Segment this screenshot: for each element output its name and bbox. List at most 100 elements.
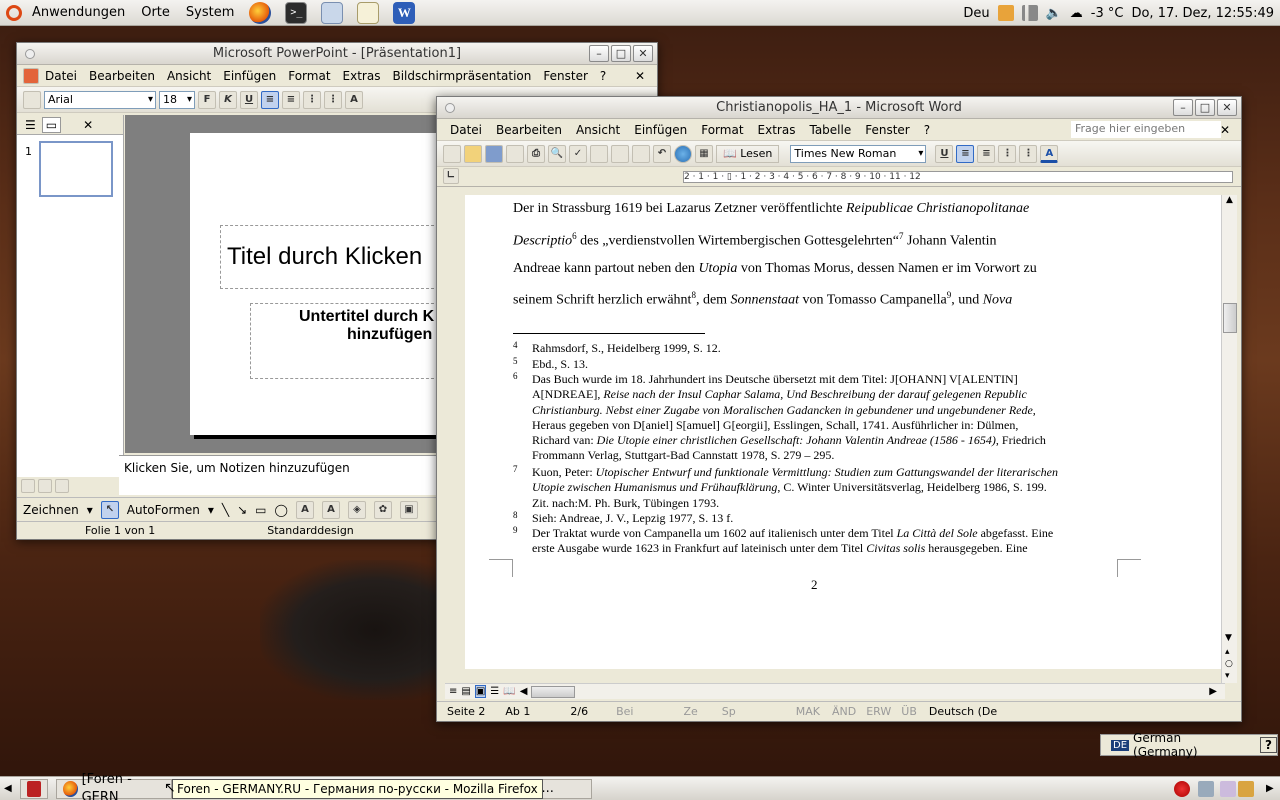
print-icon[interactable]: ⎙ — [527, 144, 545, 163]
places-menu[interactable]: Orte — [133, 5, 178, 20]
status-language[interactable]: Deutsch (De — [919, 705, 1007, 718]
menu-insert[interactable]: Einfügen — [627, 123, 694, 137]
outline-tab-icon[interactable]: ☰ — [25, 118, 36, 132]
keyboard-layout[interactable]: Deu — [963, 6, 989, 21]
scroll-left-icon[interactable]: ◀ — [4, 783, 12, 794]
browse-object-icon[interactable]: ○ — [1225, 659, 1233, 669]
close-button[interactable]: ✕ — [633, 45, 653, 62]
select-pointer-icon[interactable]: ↖ — [100, 500, 119, 519]
menu-view[interactable]: Ansicht — [161, 69, 217, 83]
clock[interactable]: Do, 17. Dez, 12:55:49 — [1131, 6, 1274, 21]
read-button[interactable]: 📖 Lesen — [716, 144, 780, 163]
font-color-icon[interactable]: A — [1040, 144, 1059, 163]
applications-menu[interactable]: Anwendungen — [24, 5, 133, 20]
autoshapes-menu[interactable]: AutoFormen — [127, 503, 200, 517]
bullets-icon[interactable]: ⋮ — [1019, 144, 1038, 163]
justify-full-icon[interactable]: ≡ — [977, 144, 996, 163]
wordart-tool-icon[interactable]: A — [321, 500, 340, 519]
window-menu-icon[interactable] — [25, 49, 35, 59]
ask-question-input[interactable]: Frage hier eingeben — [1071, 121, 1221, 138]
normal-view-icon[interactable]: ≡ — [449, 686, 457, 697]
close-document-icon[interactable]: ✕ — [629, 69, 651, 83]
menu-insert[interactable]: Einfügen — [217, 69, 282, 83]
font-grow-icon[interactable]: A — [345, 90, 363, 109]
arrow-tool-icon[interactable]: ↘ — [237, 503, 247, 517]
reading-view-icon[interactable]: 📖 — [503, 686, 515, 697]
terminal-launcher-icon[interactable]: >_ — [285, 1, 308, 24]
horizontal-scroll-thumb[interactable] — [531, 685, 576, 698]
italic-icon[interactable]: K — [219, 90, 237, 109]
window-menu-icon[interactable] — [445, 103, 455, 113]
status-ovr[interactable]: ÜB — [899, 705, 919, 718]
underline-icon[interactable]: U — [935, 144, 954, 163]
powerpoint-titlebar[interactable]: Microsoft PowerPoint - [Präsentation1] –… — [17, 43, 657, 65]
firefox-launcher-icon[interactable] — [249, 1, 272, 24]
vertical-scroll-thumb[interactable] — [1223, 303, 1237, 333]
status-ext[interactable]: ERW — [858, 705, 899, 718]
status-rec[interactable]: MAK — [786, 705, 830, 718]
menu-view[interactable]: Ansicht — [569, 123, 627, 137]
close-document-icon[interactable]: ✕ — [1213, 123, 1237, 137]
vertical-scrollbar[interactable]: ▲ ▼ ▴ ○ ▾ — [1221, 195, 1237, 683]
trash-icon[interactable] — [1238, 781, 1254, 797]
horizontal-scrollbar[interactable]: ≡ ▤ ▣ ☰ 📖 ◀ ▶ — [445, 683, 1225, 699]
tab-selector-icon[interactable]: ∟ — [443, 168, 459, 184]
justify-icon[interactable]: ≡ — [956, 144, 975, 163]
menu-help[interactable]: ? — [917, 123, 937, 137]
open-folder-icon[interactable] — [464, 144, 482, 163]
sorter-view-icon[interactable] — [38, 479, 52, 493]
font-name-combo[interactable]: Arial — [44, 90, 156, 109]
scroll-up-icon[interactable]: ▲ — [1222, 195, 1237, 205]
hyperlink-icon[interactable] — [674, 144, 692, 163]
scroll-right-icon[interactable]: ▶ — [1266, 783, 1274, 794]
print-layout-icon[interactable]: ▣ — [474, 685, 487, 698]
scroll-left-icon[interactable]: ◀ — [520, 686, 528, 697]
textbox-tool-icon[interactable]: A — [295, 500, 314, 519]
align-center-icon[interactable]: ≡ — [282, 90, 300, 109]
next-page-icon[interactable]: ▾ — [1225, 671, 1230, 681]
paste-icon[interactable] — [632, 144, 650, 163]
menu-window[interactable]: Fenster — [858, 123, 917, 137]
horizontal-ruler[interactable]: ∟ 2 · 1 · 1 · ▯ · 1 · 2 · 3 · 4 · 5 · 6 … — [437, 167, 1241, 187]
word-launcher-icon[interactable]: W — [393, 1, 416, 24]
ubuntu-logo-icon[interactable] — [6, 4, 22, 21]
menu-tools[interactable]: Extras — [337, 69, 387, 83]
bullets-icon[interactable]: ⋮ — [324, 90, 342, 109]
status-trk[interactable]: ÄND — [830, 705, 858, 718]
font-name-combo[interactable]: Times New Roman — [790, 144, 927, 163]
document-page[interactable]: Der in Strassburg 1619 bei Lazarus Zetzn… — [465, 195, 1223, 669]
minimize-button[interactable]: – — [589, 45, 609, 62]
table-icon[interactable]: ▦ — [695, 144, 713, 163]
draw-menu[interactable]: Zeichnen — [23, 503, 79, 517]
editor-launcher-icon[interactable] — [357, 1, 380, 24]
menu-table[interactable]: Tabelle — [802, 123, 858, 137]
bold-icon[interactable]: F — [198, 90, 216, 109]
normal-view-icon[interactable] — [21, 479, 35, 493]
system-menu[interactable]: System — [178, 5, 242, 20]
underline-icon[interactable]: U — [240, 90, 258, 109]
print-preview-icon[interactable]: 🔍 — [548, 144, 566, 163]
menu-edit[interactable]: Bearbeiten — [83, 69, 161, 83]
minimize-button[interactable]: – — [1173, 99, 1193, 116]
word-titlebar[interactable]: Christianopolis_HA_1 - Microsoft Word – … — [437, 97, 1241, 119]
menu-format[interactable]: Format — [694, 123, 750, 137]
numbering-icon[interactable]: ⋮ — [303, 90, 321, 109]
menu-format[interactable]: Format — [282, 69, 336, 83]
outline-view-icon[interactable]: ☰ — [490, 686, 499, 697]
menu-file[interactable]: Datei — [39, 69, 83, 83]
show-desktop-button[interactable] — [20, 779, 48, 799]
volume-icon[interactable]: 🔈 — [1046, 6, 1062, 21]
menu-help[interactable]: ? — [594, 69, 612, 83]
picture-tool-icon[interactable]: ▣ — [399, 500, 418, 519]
diagram-tool-icon[interactable]: ◈ — [347, 500, 366, 519]
maximize-button[interactable]: □ — [1195, 99, 1215, 116]
weather-temperature[interactable]: -3 °C — [1091, 6, 1124, 21]
menu-window[interactable]: Fenster — [537, 69, 594, 83]
clipart-tool-icon[interactable]: ✿ — [373, 500, 392, 519]
copy-icon[interactable] — [611, 144, 629, 163]
language-bar[interactable]: DE German (Germany) ? — [1100, 731, 1278, 759]
spelling-icon[interactable]: ✓ — [569, 144, 587, 163]
network-icon[interactable] — [1021, 5, 1038, 21]
power-icon[interactable] — [1174, 781, 1190, 797]
oval-tool-icon[interactable]: ◯ — [275, 503, 288, 517]
